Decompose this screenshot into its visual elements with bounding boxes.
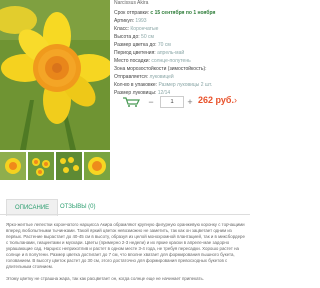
- spec-row: Период цветения: апрель-май: [114, 50, 184, 57]
- spec-row: Зона морозостойкости (зимостойкость):: [114, 66, 207, 73]
- spec-label: Отправляется:: [114, 74, 149, 80]
- tab-reviews[interactable]: ОТЗЫВЫ (0): [60, 199, 96, 215]
- thumbnail-strip: [0, 152, 112, 182]
- spec-value: 1993: [135, 18, 147, 24]
- product-details: Narcissus Akira Срок отправки: с 15 сент…: [114, 0, 250, 150]
- spec-label: Кол-во в упаковке:: [114, 82, 158, 88]
- spec-row: Размер цветка до: 70 см: [114, 42, 171, 49]
- product-main-image[interactable]: [0, 0, 110, 150]
- spec-label: Место посадки:: [114, 58, 150, 64]
- product-title: Narcissus Akira: [114, 0, 149, 6]
- spec-label: Зона морозостойкости (зимостойкость):: [114, 66, 207, 72]
- spec-row: Кол-во в упаковке: Размер луковицы 2 шт.: [114, 82, 212, 89]
- daffodil-illustration: [0, 0, 110, 150]
- quantity-input[interactable]: [160, 96, 184, 108]
- spec-row: Отправляется: луковицей: [114, 74, 174, 81]
- cart-icon[interactable]: [122, 97, 140, 107]
- spec-value: луковицей: [149, 74, 174, 80]
- spec-label: Артикул:: [114, 18, 135, 24]
- spec-row: Артикул: 1993: [114, 18, 147, 25]
- spec-row: Срок отправки: с 15 сентября по 1 ноября: [114, 10, 215, 17]
- chevron-right-icon[interactable]: ›: [234, 95, 237, 105]
- spec-label: Срок отправки:: [114, 10, 150, 16]
- spec-row: Высота до: 50 см: [114, 34, 154, 41]
- product-description: Ярко-желтые лепестки корончатого нарцисс…: [6, 222, 246, 288]
- quantity-decrease-button[interactable]: −: [145, 96, 157, 108]
- spec-value: солнце-полутень: [151, 58, 191, 64]
- tab-divider: [0, 214, 250, 215]
- product-tabs: ОПИСАНИЕ ОТЗЫВЫ (0): [0, 199, 250, 216]
- thumbnail-4[interactable]: [84, 152, 110, 180]
- description-paragraph-2: Этому цветку не страшна жара, так как ра…: [6, 276, 204, 281]
- thumbnail-3[interactable]: [56, 152, 82, 180]
- spec-value: Размер луковицы 2 шт.: [158, 82, 213, 88]
- price: 262 руб.: [198, 95, 234, 105]
- spec-value: 70 см: [157, 42, 171, 48]
- quantity-increase-button[interactable]: +: [184, 96, 196, 108]
- cart-row: − + 262 руб. ›: [114, 95, 250, 109]
- thumbnail-1[interactable]: [0, 152, 26, 180]
- spec-label: Размер цветка до:: [114, 42, 157, 48]
- spec-value: апрель-май: [157, 50, 185, 56]
- spec-value: 50 см: [141, 34, 154, 40]
- thumbnail-2[interactable]: [28, 152, 54, 180]
- description-paragraph-1: Ярко-желтые лепестки корончатого нарцисс…: [6, 222, 245, 269]
- spec-label: Класс:: [114, 26, 129, 32]
- spec-row: Класс: Корончатые: [114, 26, 158, 33]
- spec-value: Корончатые: [130, 26, 159, 32]
- spec-row: Место посадки: солнце-полутень: [114, 58, 191, 65]
- spec-label: Высота до:: [114, 34, 140, 40]
- spec-value: с 15 сентября по 1 ноября: [150, 10, 216, 16]
- spec-label: Период цветения:: [114, 50, 156, 56]
